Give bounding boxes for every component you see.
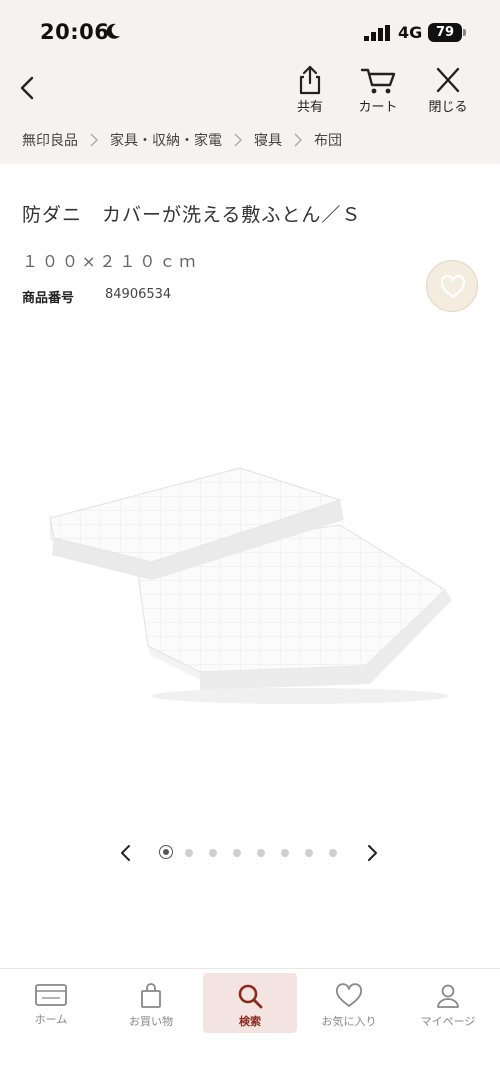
heart-icon <box>336 983 362 1007</box>
battery-tip <box>463 29 466 36</box>
tab-shopping-label: お買い物 <box>129 1015 173 1028</box>
share-button[interactable]: 共有 <box>280 62 340 116</box>
chevron-left-icon <box>121 845 130 861</box>
breadcrumb-item-futon[interactable]: 布団 <box>314 130 342 150</box>
person-icon <box>437 984 459 1008</box>
moon-icon <box>106 23 120 39</box>
heart-icon <box>440 275 466 299</box>
breadcrumb-item-bedding[interactable]: 寝具 <box>254 130 282 150</box>
product-number-label: 商品番号 <box>22 291 75 306</box>
cart-button[interactable]: カート <box>348 62 408 116</box>
tab-home-label: ホーム <box>34 1013 68 1026</box>
signal-icon <box>364 25 390 41</box>
favorite-button[interactable] <box>426 260 478 312</box>
chevron-right-icon <box>90 133 98 147</box>
breadcrumb-item-furniture[interactable]: 家具・収納・家電 <box>110 130 222 150</box>
bottom-tab-bar: ホーム お買い物 検索 お気に入り マイページ <box>0 968 500 1080</box>
cart-label: カート <box>358 100 398 115</box>
carousel-dot[interactable] <box>257 849 265 857</box>
image-carousel-pager <box>110 838 390 868</box>
chevron-right-icon <box>368 845 377 861</box>
battery-indicator: 79 <box>428 23 462 42</box>
tab-search[interactable]: 検索 <box>203 973 297 1033</box>
chevron-right-icon <box>234 133 242 147</box>
carousel-dot[interactable] <box>305 849 313 857</box>
tab-favorites-label: お気に入り <box>321 1015 377 1028</box>
share-label: 共有 <box>296 100 323 115</box>
status-bar: 20:06 4G 79 <box>0 0 500 62</box>
carousel-dot[interactable] <box>185 849 193 857</box>
back-button[interactable] <box>14 72 42 104</box>
chevron-right-icon <box>294 133 302 147</box>
share-icon <box>299 65 321 95</box>
carousel-dot[interactable] <box>209 849 217 857</box>
breadcrumb-item-muji[interactable]: 無印良品 <box>22 130 78 150</box>
tab-favorites[interactable]: お気に入り <box>302 973 396 1033</box>
close-icon <box>436 67 460 93</box>
tab-shopping[interactable]: お買い物 <box>104 973 198 1033</box>
tab-search-label: 検索 <box>239 1015 261 1028</box>
tab-mypage[interactable]: マイページ <box>401 973 495 1033</box>
tab-mypage-label: マイページ <box>420 1015 476 1028</box>
status-time: 20:06 <box>40 20 110 44</box>
breadcrumb: 無印良品 家具・収納・家電 寝具 布団 <box>0 116 500 164</box>
carousel-dot[interactable] <box>159 845 173 859</box>
carousel-dot[interactable] <box>233 849 241 857</box>
nav-header: 共有 カート 閉じる <box>0 62 500 116</box>
tab-home[interactable]: ホーム <box>4 973 98 1033</box>
carousel-dot[interactable] <box>281 849 289 857</box>
carousel-prev-button[interactable] <box>116 842 136 864</box>
carousel-next-button[interactable] <box>362 842 382 864</box>
close-label: 閉じる <box>428 100 468 115</box>
product-image <box>49 467 452 704</box>
home-card-icon <box>35 984 67 1006</box>
network-label: 4G <box>398 23 423 42</box>
chevron-left-icon <box>20 76 34 100</box>
cart-icon <box>360 68 396 94</box>
search-icon <box>238 984 263 1009</box>
product-number-value: 84906534 <box>105 287 172 302</box>
shopping-bag-icon <box>141 983 161 1008</box>
close-button[interactable]: 閉じる <box>418 62 478 116</box>
product-size: １００×２１０ｃｍ <box>22 252 200 271</box>
carousel-dot[interactable] <box>329 849 337 857</box>
product-title: 防ダニ カバーが洗える敷ふとん／Ｓ <box>22 204 362 226</box>
